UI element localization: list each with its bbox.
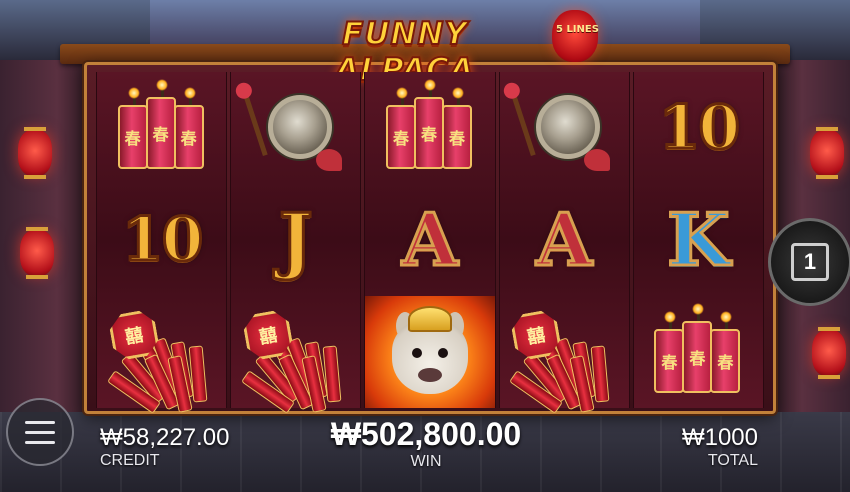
lantern-icon: [18, 127, 52, 179]
reel-cell: 10: [97, 184, 226, 296]
win-display: ₩502,800.00 WIN: [320, 416, 532, 471]
card-symbol-j: J: [277, 197, 314, 282]
reel-cell: 囍: [97, 296, 226, 414]
reel-cell: K: [634, 184, 763, 296]
alpaca-nose-icon: [417, 368, 442, 382]
alpaca-eye-icon: [437, 348, 448, 358]
credit-label: CREDIT: [100, 452, 160, 469]
gong-symbol: [509, 83, 614, 173]
firecracker-icon: 春: [117, 87, 148, 169]
card-symbol-10: 10: [120, 205, 204, 275]
firecracker-bundle-symbol: 囍: [106, 304, 217, 414]
gong-ribbon-icon: [584, 149, 611, 171]
reel-cell: 囍: [231, 296, 360, 414]
total-value: ₩1000: [681, 424, 758, 451]
reel-1: 春春春 10 囍: [96, 72, 228, 414]
alpaca-wild-symbol: [368, 298, 492, 406]
firecracker-icon: 春: [413, 79, 444, 169]
reel-cell: A: [365, 184, 494, 296]
firecracker-icon: 春: [145, 79, 176, 169]
reel-5: 10 K 春春春: [632, 72, 764, 408]
win-label: WIN: [410, 453, 442, 470]
reel-cell: 囍: [500, 296, 629, 414]
lantern-icon: [20, 227, 54, 279]
firecracker-icon: 春: [173, 87, 204, 169]
firecracker-icon: 春: [682, 303, 713, 393]
gong-ribbon-icon: [315, 149, 342, 171]
card-symbol-10: 10: [657, 93, 741, 163]
credit-value: ₩58,227.00: [100, 424, 230, 451]
win-value: ₩502,800.00: [330, 416, 522, 452]
gong-mallet-icon: [509, 87, 536, 157]
reel-4: A囍: [498, 72, 630, 414]
firecracker-bundle-symbol: 囍: [509, 304, 619, 414]
reel-cell: [500, 72, 629, 184]
firecrackers-symbol: 春春春: [648, 303, 748, 397]
lantern-icon: [810, 127, 844, 179]
reel-cell: A: [500, 184, 629, 296]
reel-cell: J: [231, 184, 360, 296]
hamburger-icon: [25, 420, 55, 424]
total-label: TOTAL: [707, 452, 758, 469]
lantern-icon: [552, 10, 598, 62]
hamburger-icon: [25, 430, 55, 434]
game-logo: FUNNY ALPACA 5 LINES: [270, 2, 610, 89]
reel-cell: [231, 72, 360, 184]
lines-label: 5 LINES: [556, 24, 599, 35]
alpaca-eye-icon: [411, 348, 422, 358]
reel-3: 春春春A: [364, 72, 496, 408]
card-symbol-a: A: [535, 197, 594, 282]
firecracker-icon: 春: [441, 87, 472, 169]
reel-cell: 春春春: [365, 72, 494, 184]
reel-2: J囍: [230, 72, 362, 414]
reel-grid[interactable]: 春春春 10 囍 J 囍春春春 A A 囍 10 K 春春春: [96, 72, 764, 414]
gong-symbol: [241, 83, 346, 173]
reel-cell: 春春春: [634, 296, 763, 408]
alpaca-hat-icon: [407, 306, 452, 332]
firecracker-icon: 春: [710, 311, 741, 393]
card-symbol-k: K: [666, 197, 732, 282]
lantern-icon: [812, 327, 846, 379]
reel-cell: [365, 296, 495, 408]
hamburger-icon: [25, 440, 55, 444]
line-count: 1: [791, 243, 829, 281]
total-bet-display[interactable]: ₩1000 TOTAL: [668, 424, 758, 470]
line-selector-button[interactable]: 1: [768, 218, 850, 306]
firecracker-bundle-symbol: 囍: [240, 304, 351, 414]
firecracker-icon: 春: [654, 311, 685, 393]
credit-display: ₩58,227.00 CREDIT: [100, 424, 229, 470]
menu-button[interactable]: [6, 398, 74, 466]
firecrackers-symbol: 春春春: [112, 79, 212, 173]
reel-cell: 10: [634, 72, 763, 184]
firecrackers-symbol: 春春春: [380, 79, 480, 173]
card-symbol-a: A: [401, 197, 460, 282]
reel-cell: 春春春: [97, 72, 226, 184]
gong-mallet-icon: [241, 87, 268, 157]
firecracker-icon: 春: [385, 87, 416, 169]
